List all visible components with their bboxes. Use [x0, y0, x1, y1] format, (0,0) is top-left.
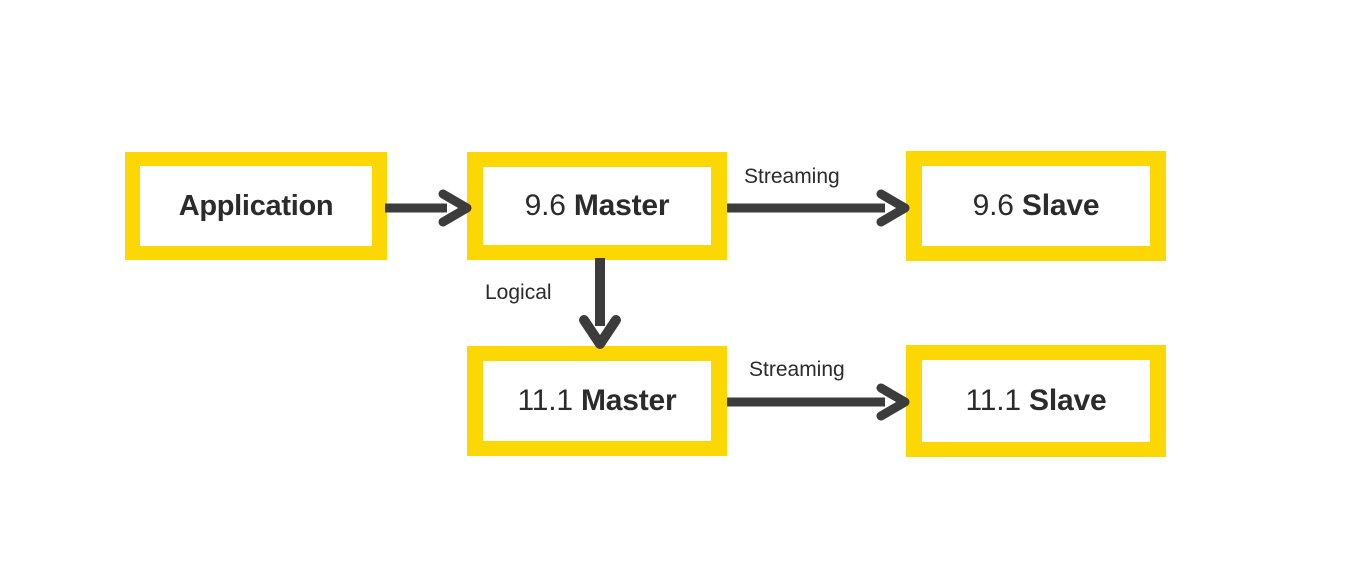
node-master-96[interactable]: 9.6 Master — [467, 152, 727, 260]
node-master-96-label: 9.6 Master — [525, 191, 670, 221]
arrow-master-111-to-slave-111 — [727, 383, 910, 421]
arrow-application-to-master-96 — [385, 189, 472, 227]
arrow-master-96-to-slave-96 — [727, 189, 910, 227]
node-master-111-role: Master — [581, 384, 677, 417]
node-slave-111-version: 11.1 — [965, 384, 1022, 417]
node-slave-111-role: Slave — [1029, 384, 1107, 417]
diagram-canvas: Application 9.6 Master 9.6 Slave 11.1 Ma… — [0, 0, 1360, 575]
node-master-96-version: 9.6 — [524, 189, 566, 222]
node-slave-96-label: 9.6 Slave — [973, 191, 1100, 221]
node-slave-96-body: 9.6 Slave — [922, 166, 1150, 246]
node-master-111[interactable]: 11.1 Master — [467, 346, 727, 456]
edge-label-logical: Logical — [485, 281, 552, 304]
node-slave-96[interactable]: 9.6 Slave — [906, 151, 1166, 261]
node-master-111-version: 11.1 — [517, 384, 573, 417]
node-slave-111[interactable]: 11.1 Slave — [906, 345, 1166, 457]
node-slave-96-version: 9.6 — [972, 189, 1014, 222]
node-application-label: Application — [178, 189, 334, 222]
node-master-111-body: 11.1 Master — [483, 361, 711, 441]
node-slave-111-label: 11.1 Slave — [966, 386, 1107, 416]
node-slave-96-role: Slave — [1021, 189, 1100, 222]
node-application-body: Application — [140, 166, 372, 246]
node-application[interactable]: Application — [125, 152, 387, 260]
arrow-master-96-to-master-111 — [579, 258, 621, 349]
edge-label-streaming-top: Streaming — [744, 165, 840, 188]
node-master-96-body: 9.6 Master — [483, 167, 711, 245]
node-master-111-label: 11.1 Master — [517, 386, 676, 416]
node-slave-111-body: 11.1 Slave — [922, 360, 1150, 442]
edge-label-streaming-bottom: Streaming — [749, 358, 845, 381]
node-master-96-role: Master — [573, 189, 670, 222]
